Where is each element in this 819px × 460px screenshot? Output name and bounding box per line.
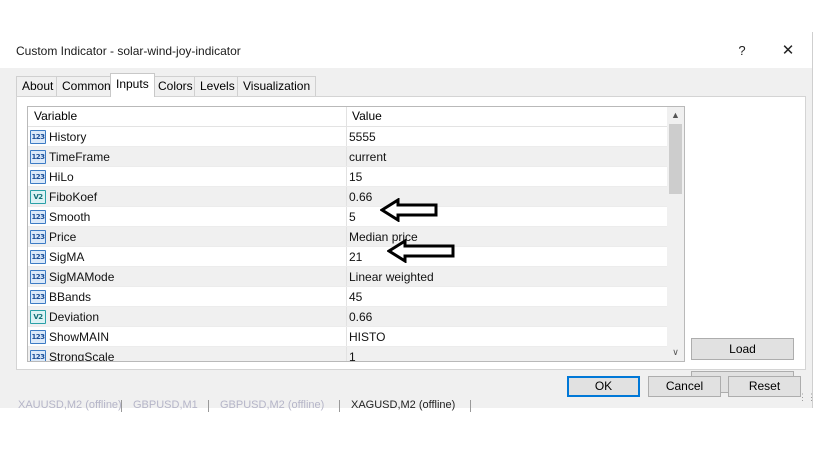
- inputs-panel: Variable Value 123 History 5555 123 Time…: [16, 96, 806, 393]
- left-arrow-icon: [387, 239, 455, 263]
- close-button[interactable]: ✕: [776, 40, 800, 62]
- chevron-down-icon[interactable]: ∨: [667, 344, 684, 361]
- input-row-history[interactable]: 123 History 5555: [28, 127, 667, 147]
- integer-param-icon: 123: [30, 290, 46, 304]
- tab-divider: [121, 400, 122, 412]
- input-row-showmain[interactable]: 123 ShowMAIN HISTO: [28, 327, 667, 347]
- input-name: ShowMAIN: [49, 330, 110, 344]
- scrollbar-thumb[interactable]: [669, 124, 682, 194]
- input-name: SigMA: [49, 250, 85, 264]
- grid-header: Variable Value: [28, 107, 667, 127]
- resize-grip-icon[interactable]: ⋮⋮: [798, 392, 816, 403]
- integer-param-icon: 123: [30, 270, 46, 284]
- input-value[interactable]: 5: [349, 207, 356, 227]
- tab-common[interactable]: Common: [56, 76, 117, 96]
- cell-divider: [346, 287, 347, 307]
- chevron-up-icon[interactable]: ▲: [667, 107, 684, 124]
- input-name: BBands: [49, 290, 92, 304]
- input-row-fibokoef[interactable]: V2 FiboKoef 0.66: [28, 187, 667, 207]
- input-value[interactable]: HISTO: [349, 327, 385, 347]
- window-title: Custom Indicator - solar-wind-joy-indica…: [16, 44, 241, 58]
- chart-tab-active[interactable]: XAGUSD,M2 (offline): [351, 398, 455, 412]
- tab-divider: [470, 400, 471, 412]
- input-value[interactable]: 0.66: [349, 307, 372, 327]
- input-value[interactable]: 21: [349, 247, 362, 267]
- input-row-strongscale[interactable]: 123 StrongScale 1: [28, 347, 667, 362]
- cell-divider: [346, 187, 347, 207]
- cell-divider: [346, 167, 347, 187]
- tab-levels[interactable]: Levels: [194, 76, 241, 96]
- cell-divider: [346, 147, 347, 167]
- input-row-sigma[interactable]: 123 SigMA 21: [28, 247, 667, 267]
- chart-tabs-bar: XAUUSD,M2 (offline) GBPUSD,M1 GBPUSD,M2 …: [0, 398, 812, 412]
- input-name: Smooth: [49, 210, 91, 224]
- inputs-grid: Variable Value 123 History 5555 123 Time…: [27, 106, 685, 362]
- column-header-value[interactable]: Value: [352, 107, 382, 126]
- input-name: HiLo: [49, 170, 74, 184]
- tab-inputs[interactable]: Inputs: [110, 73, 155, 97]
- integer-param-icon: 123: [30, 170, 46, 184]
- input-value[interactable]: Linear weighted: [349, 267, 434, 287]
- column-header-variable[interactable]: Variable: [34, 107, 77, 126]
- chart-tab[interactable]: GBPUSD,M1: [133, 398, 198, 412]
- cell-divider: [346, 347, 347, 361]
- tab-divider: [208, 400, 209, 412]
- tab-colors[interactable]: Colors: [152, 76, 199, 96]
- input-name: Deviation: [49, 310, 100, 324]
- integer-param-icon: 123: [30, 150, 46, 164]
- ok-button[interactable]: OK: [567, 376, 640, 397]
- input-name: SigMAMode: [49, 270, 115, 284]
- double-param-icon: V2: [30, 310, 46, 324]
- integer-param-icon: 123: [30, 230, 46, 244]
- custom-indicator-dialog: Custom Indicator - solar-wind-joy-indica…: [0, 32, 813, 408]
- input-name: History: [49, 130, 87, 144]
- input-value[interactable]: 15: [349, 167, 362, 187]
- chart-tab[interactable]: GBPUSD,M2 (offline): [220, 398, 324, 412]
- cell-divider: [346, 327, 347, 347]
- input-value[interactable]: 5555: [349, 127, 376, 147]
- left-arrow-icon: [380, 198, 438, 222]
- input-name: TimeFrame: [49, 150, 110, 164]
- cell-divider: [346, 247, 347, 267]
- input-row-timeframe[interactable]: 123 TimeFrame current: [28, 147, 667, 167]
- integer-param-icon: 123: [30, 210, 46, 224]
- integer-param-icon: 123: [30, 250, 46, 264]
- cell-divider: [346, 227, 347, 247]
- input-value[interactable]: current: [349, 147, 386, 167]
- reset-button[interactable]: Reset: [728, 376, 801, 397]
- input-name: StrongScale: [49, 350, 115, 362]
- input-name: FiboKoef: [49, 190, 98, 204]
- input-row-sigmamode[interactable]: 123 SigMAMode Linear weighted: [28, 267, 667, 287]
- integer-param-icon: 123: [30, 350, 46, 361]
- input-value[interactable]: 1: [349, 347, 356, 361]
- tab-divider: [339, 400, 340, 412]
- cancel-button[interactable]: Cancel: [648, 376, 721, 397]
- load-button[interactable]: Load: [691, 338, 794, 360]
- tab-about[interactable]: About: [16, 76, 60, 96]
- vertical-scrollbar[interactable]: ▲ ∨: [667, 107, 684, 361]
- double-param-icon: V2: [30, 190, 46, 204]
- input-row-deviation[interactable]: V2 Deviation 0.66: [28, 307, 667, 327]
- cell-divider: [346, 307, 347, 327]
- input-value[interactable]: 0.66: [349, 187, 372, 207]
- input-row-smooth[interactable]: 123 Smooth 5: [28, 207, 667, 227]
- help-button[interactable]: ?: [731, 40, 753, 62]
- integer-param-icon: 123: [30, 130, 46, 144]
- cell-divider: [346, 207, 347, 227]
- input-value[interactable]: 45: [349, 287, 362, 307]
- tab-visualization[interactable]: Visualization: [237, 76, 317, 96]
- input-name: Price: [49, 230, 77, 244]
- input-row-hilo[interactable]: 123 HiLo 15: [28, 167, 667, 187]
- chart-tab[interactable]: XAUUSD,M2 (offline): [18, 398, 122, 412]
- integer-param-icon: 123: [30, 330, 46, 344]
- cell-divider: [346, 127, 347, 147]
- cell-divider: [346, 267, 347, 287]
- title-bar: Custom Indicator - solar-wind-joy-indica…: [0, 32, 812, 68]
- input-row-price[interactable]: 123 Price Median price: [28, 227, 667, 247]
- input-row-bbands[interactable]: 123 BBands 45: [28, 287, 667, 307]
